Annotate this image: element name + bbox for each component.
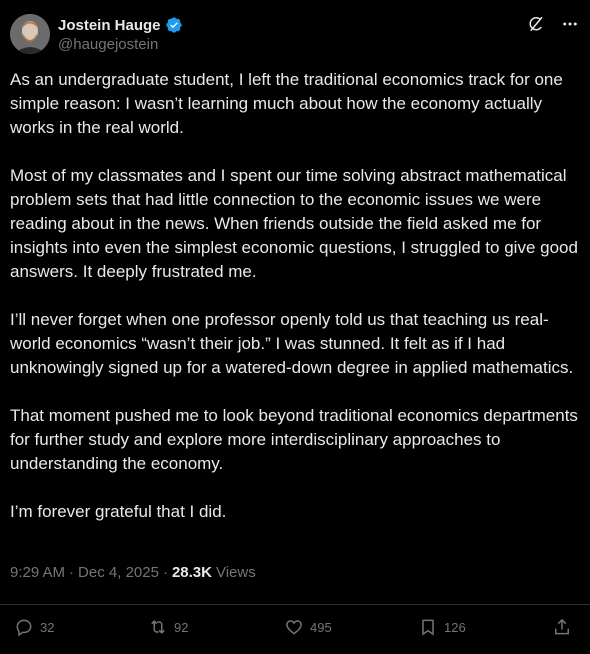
meta-separator: ·: [69, 564, 75, 581]
top-actions: [526, 14, 580, 34]
display-name[interactable]: Jostein Hauge: [58, 17, 161, 34]
share-button[interactable]: [552, 617, 572, 637]
like-icon: [286, 620, 302, 635]
like-count: 495: [310, 619, 332, 635]
post-time[interactable]: 9:29 AM: [10, 564, 65, 581]
verified-badge-icon: [165, 16, 183, 34]
handle[interactable]: @haugejostein: [58, 36, 158, 53]
reply-icon: [16, 619, 32, 637]
reply-count: 32: [40, 619, 55, 635]
views-label: Views: [215, 564, 256, 581]
more-icon[interactable]: [560, 14, 580, 34]
repost-button[interactable]: 92: [148, 617, 188, 637]
post-meta: 9:29 AM · Dec 4, 2025 · 28.3K Views: [10, 564, 256, 581]
repost-icon: [151, 620, 165, 634]
like-button[interactable]: 495: [284, 617, 332, 637]
avatar[interactable]: [10, 14, 50, 54]
meta-separator: ·: [162, 564, 168, 581]
post-paragraph: Most of my classmates and I spent our ti…: [10, 166, 578, 281]
bookmark-button[interactable]: 126: [418, 617, 466, 637]
action-bar: 32 92 495 126: [0, 604, 590, 653]
post-paragraph: That moment pushed me to look beyond tra…: [10, 406, 578, 473]
reply-button[interactable]: 32: [14, 617, 54, 637]
bookmark-icon: [422, 619, 434, 636]
post-text: As an undergraduate student, I left the …: [10, 68, 580, 548]
repost-count: 92: [174, 619, 189, 635]
post: Jostein Hauge @haugejostein As an underg…: [0, 0, 590, 654]
post-header: Jostein Hauge @haugejostein: [10, 12, 580, 56]
bookmark-count: 126: [444, 619, 466, 635]
post-paragraph: I’m forever grateful that I did.: [10, 502, 227, 521]
share-icon: [555, 618, 569, 635]
grok-icon[interactable]: [526, 14, 546, 34]
views-count: 28.3K: [171, 564, 212, 581]
name-row: Jostein Hauge: [58, 15, 183, 35]
post-paragraph: I’ll never forget when one professor ope…: [10, 310, 574, 377]
post-paragraph: As an undergraduate student, I left the …: [10, 70, 563, 137]
post-date[interactable]: Dec 4, 2025: [78, 564, 159, 581]
